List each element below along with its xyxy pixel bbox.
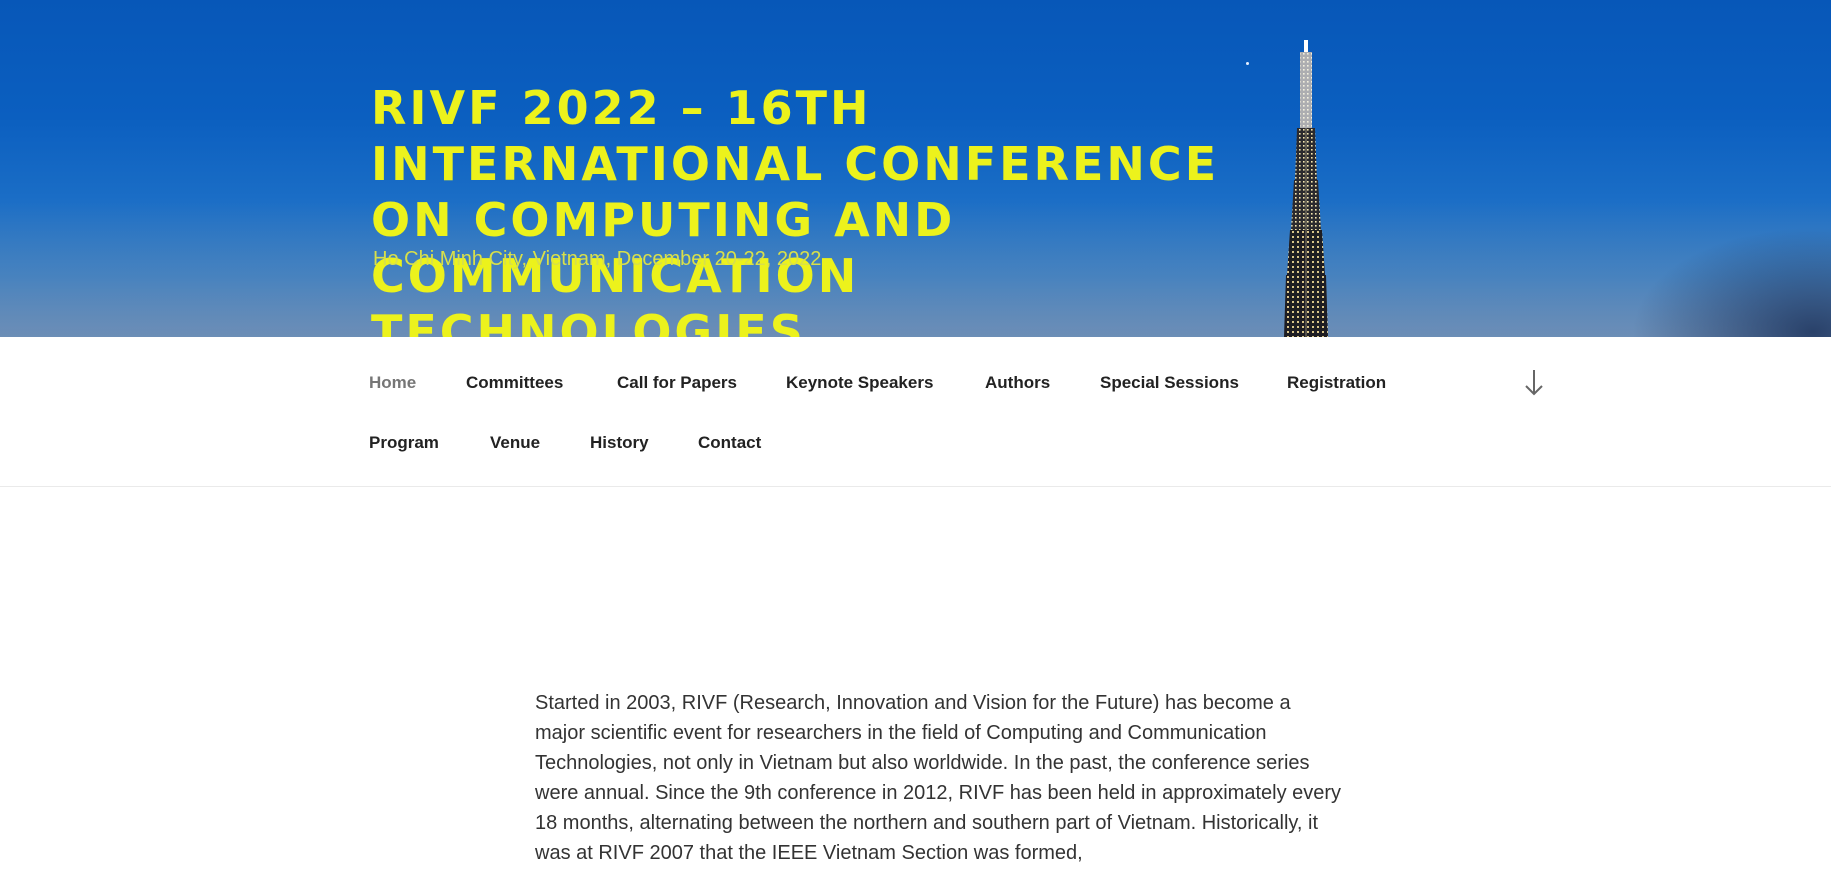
banner-cloud xyxy=(1631,227,1831,337)
site-tagline: Ho Chi Minh City, Vietnam, December 20-2… xyxy=(373,248,822,270)
header-banner: RIVF 2022 – 16TH INTERNATIONAL CONFERENC… xyxy=(0,0,1831,337)
nav-item-committees[interactable]: Committees xyxy=(466,373,563,393)
nav-item-home[interactable]: Home xyxy=(369,373,416,393)
star-dot xyxy=(1246,62,1249,65)
arrow-down-icon[interactable] xyxy=(1522,367,1546,397)
nav-item-authors[interactable]: Authors xyxy=(985,373,1050,393)
nav-item-program[interactable]: Program xyxy=(369,433,439,453)
nav-item-call-for-papers[interactable]: Call for Papers xyxy=(617,373,737,393)
nav-item-registration[interactable]: Registration xyxy=(1287,373,1386,393)
nav-item-keynote-speakers[interactable]: Keynote Speakers xyxy=(786,373,933,393)
nav-item-special-sessions[interactable]: Special Sessions xyxy=(1100,373,1239,393)
site-title[interactable]: RIVF 2022 – 16TH INTERNATIONAL CONFERENC… xyxy=(371,80,1311,337)
intro-paragraph: Started in 2003, RIVF (Research, Innovat… xyxy=(535,692,1342,864)
nav-item-venue[interactable]: Venue xyxy=(490,433,540,453)
nav-item-contact[interactable]: Contact xyxy=(698,433,761,453)
main-navigation: Home Committees Call for Papers Keynote … xyxy=(0,337,1831,487)
nav-item-history[interactable]: History xyxy=(590,433,649,453)
